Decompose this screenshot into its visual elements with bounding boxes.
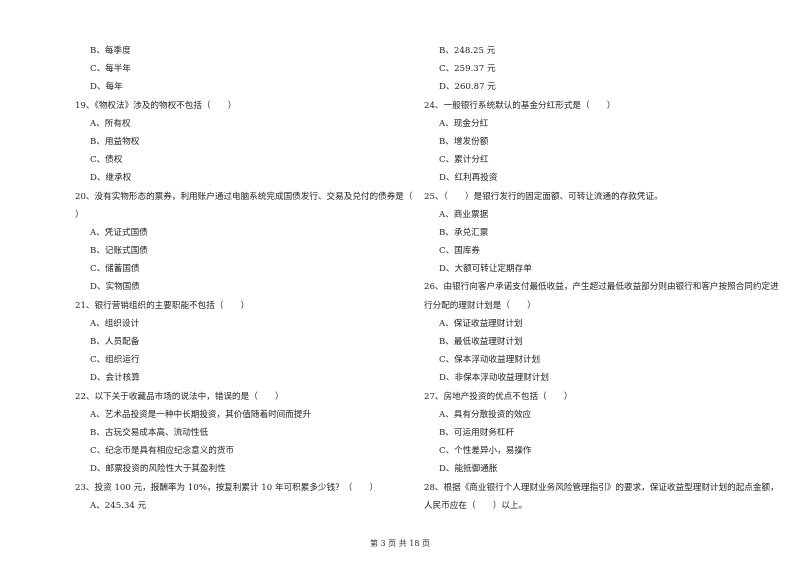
- answer-option: B、增发份额: [439, 136, 489, 147]
- left-column: B、每季度 C、每半年 D、每年 19、《物权法》涉及的物权不包括（ ） A、所有权 B、…: [75, 44, 413, 517]
- answer-option: C、债权: [90, 155, 123, 166]
- right-column: B、248.25 元 C、259.37 元 D、260.87 元 24、一般银行系统默…: [424, 44, 779, 517]
- answer-option: D、非保本浮动收益理财计划: [439, 373, 550, 384]
- answer-option: D、实物国债: [90, 282, 140, 293]
- question-text: 23、投资 100 元，报酬率为 10%，按复利累计 10 年可积累多少钱？（ …: [75, 482, 379, 493]
- answer-option: D、260.87 元: [439, 82, 496, 93]
- question-text: 21、银行营销组织的主要职能不包括（ ）: [75, 300, 250, 311]
- answer-option: B、人员配备: [90, 337, 140, 347]
- answer-option: D、继承权: [90, 173, 132, 184]
- question-text: 20、没有实物形态的票券，利用账户通过电脑系统完成国债发行、交易及兑付的债券是（: [75, 191, 413, 202]
- answer-option: C、259.37 元: [439, 64, 496, 75]
- question-text: 行分配的理财计划是（ ）: [424, 300, 536, 311]
- question-text: 22、以下关于收藏品市场的说法中，错误的是（ ）: [75, 391, 284, 402]
- answer-option: A、组织设计: [90, 318, 140, 329]
- answer-option: C、组织运行: [90, 355, 140, 366]
- page-footer: 第 3 页 共 18 页: [370, 539, 430, 548]
- answer-option: A、艺术品投资是一种中长期投资，其价值随着时间而提升: [90, 409, 312, 420]
- answer-option: C、纪念币是具有相应纪念意义的货币: [90, 446, 235, 457]
- answer-option: C、储蓄国债: [90, 264, 140, 275]
- question-text: 人民币应在（ ）以上。: [424, 500, 528, 511]
- answer-option: C、个性差异小，易操作: [439, 446, 532, 457]
- answer-option: B、最低收益理财计划: [439, 337, 523, 347]
- answer-option: D、每年: [90, 82, 123, 93]
- answer-option: D、大额可转让定期存单: [439, 264, 532, 275]
- answer-option: D、红利再投资: [439, 173, 498, 184]
- question-text: 28、根据《商业银行个人理财业务风险管理指引》的要求，保证收益型理财计划的起点金…: [424, 482, 779, 493]
- answer-option: C、每半年: [90, 64, 131, 75]
- answer-option: A、保证收益理财计划: [439, 318, 523, 329]
- answer-option: A、245.34 元: [90, 500, 147, 511]
- answer-option: A、现金分红: [439, 118, 489, 129]
- question-text: 26、由银行向客户承诺支付最低收益，产生超过最低收益部分则由银行和客户按照合同约…: [424, 282, 779, 293]
- answer-option: A、具有分散投资的效应: [439, 409, 532, 420]
- answer-option: B、可运用财务杠杆: [439, 427, 515, 438]
- answer-option: D、会计核算: [90, 373, 140, 384]
- answer-option: B、记账式国债: [90, 246, 148, 257]
- answer-option: C、累计分红: [439, 155, 489, 166]
- answer-option: C、保本浮动收益理财计划: [439, 355, 541, 366]
- answer-option: A、凭证式国债: [90, 227, 148, 238]
- answer-option: A、所有权: [90, 118, 131, 129]
- question-text: 24、一般银行系统默认的基金分红形式是（ ）: [424, 100, 616, 111]
- answer-option: B、古玩交易成本高、流动性低: [90, 427, 209, 438]
- answer-option: D、能抵御通胀: [439, 464, 498, 475]
- question-text: 19、《物权法》涉及的物权不包括（ ）: [75, 100, 237, 111]
- answer-option: D、邮票投资的风险性大于其盈利性: [90, 464, 226, 475]
- question-text: 27、房地产投资的优点不包括（ ）: [424, 391, 573, 402]
- answer-option: B、承兑汇票: [439, 227, 489, 238]
- answer-option: B、248.25 元: [439, 46, 496, 56]
- question-text: ）: [75, 209, 84, 220]
- answer-option: A、商业票据: [439, 209, 489, 220]
- answer-option: B、每季度: [90, 46, 131, 56]
- answer-option: B、用益物权: [90, 136, 140, 147]
- question-text: 25、（ ）是银行发行的固定面额、可转让流通的存款凭证。: [424, 191, 663, 202]
- answer-option: C、国库券: [439, 246, 480, 257]
